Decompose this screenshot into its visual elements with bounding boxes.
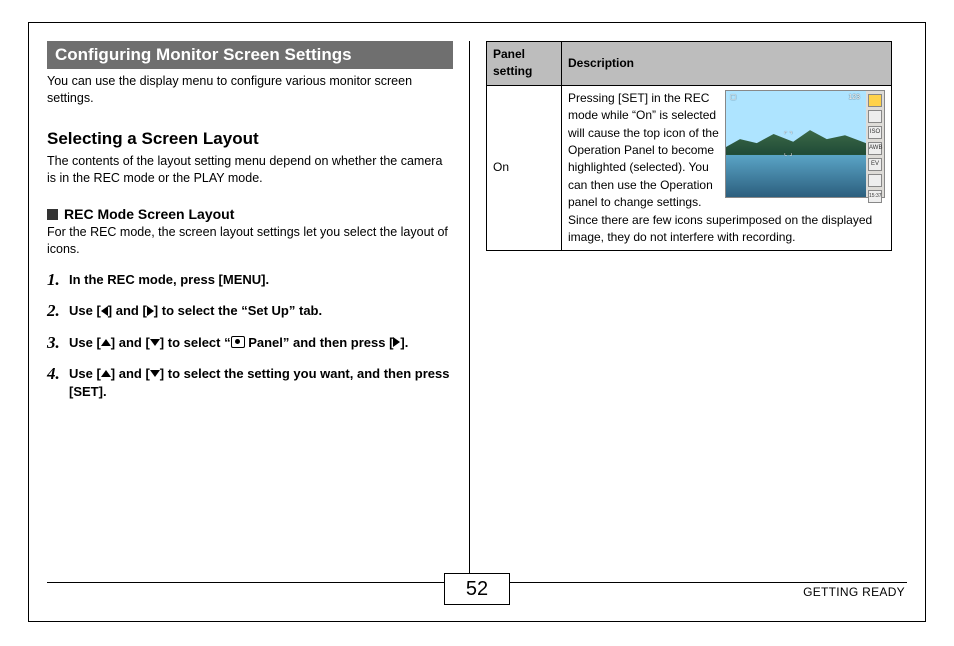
- header-panel-setting: Panel setting: [487, 42, 562, 86]
- left-column: Configuring Monitor Screen Settings You …: [47, 41, 465, 583]
- header-description: Description: [562, 42, 892, 86]
- page-number: 52: [444, 573, 510, 605]
- step-3-text-a: Use [: [69, 335, 101, 350]
- panel-setting-table: Panel setting Description On ▢ 123 ⌜ ⌝: [486, 41, 892, 251]
- table-row: On ▢ 123 ⌜ ⌝ ⌞ ⌟: [487, 85, 892, 251]
- arrow-down-icon: [150, 339, 160, 346]
- step-1: In the REC mode, press [MENU].: [47, 271, 453, 289]
- section-heading: Selecting a Screen Layout: [47, 129, 453, 149]
- step-4-text-b: ] and [: [111, 366, 150, 381]
- panel-slot: [868, 174, 882, 187]
- preview-lake: [726, 155, 866, 197]
- cell-description: ▢ 123 ⌜ ⌝ ⌞ ⌟ ISO AWB EV: [562, 85, 892, 251]
- panel-icon: [231, 336, 245, 348]
- section-banner: Configuring Monitor Screen Settings: [47, 41, 453, 69]
- step-4-text-a: Use [: [69, 366, 101, 381]
- right-column: Panel setting Description On ▢ 123 ⌜ ⌝: [474, 41, 892, 583]
- panel-slot-selected: [868, 94, 882, 107]
- subsection-body: For the REC mode, the screen layout sett…: [47, 224, 453, 259]
- subsection-heading-text: REC Mode Screen Layout: [64, 206, 234, 222]
- step-3-text-e: ].: [400, 335, 408, 350]
- arrow-up-icon: [101, 339, 111, 346]
- intro-text: You can use the display menu to configur…: [47, 73, 453, 107]
- panel-slot-iso: ISO: [868, 126, 882, 139]
- table-header-row: Panel setting Description: [487, 42, 892, 86]
- step-4: Use [] and [] to select the setting you …: [47, 365, 453, 400]
- column-divider: [469, 41, 470, 581]
- hud-focus-bracket: ⌞ ⌟: [784, 149, 793, 159]
- subsection-heading: REC Mode Screen Layout: [47, 206, 453, 222]
- arrow-right-icon: [147, 306, 154, 316]
- panel-slot-time: 15:37: [868, 190, 882, 203]
- step-3-text-c: ] to select “: [160, 335, 231, 350]
- step-2-text-c: ] to select the “Set Up” tab.: [154, 303, 322, 318]
- preview-mountain: [726, 129, 866, 155]
- step-2-text-b: ] and [: [108, 303, 147, 318]
- arrow-up-icon: [101, 370, 111, 377]
- arrow-left-icon: [101, 306, 108, 316]
- hud-focus-bracket: ⌜ ⌝: [784, 131, 793, 141]
- camera-lcd-preview: ▢ 123 ⌜ ⌝ ⌞ ⌟ ISO AWB EV: [725, 90, 885, 198]
- arrow-right-icon: [393, 337, 400, 347]
- footer-section-label: GETTING READY: [803, 585, 905, 599]
- step-2-text-a: Use [: [69, 303, 101, 318]
- arrow-down-icon: [150, 370, 160, 377]
- columns: Configuring Monitor Screen Settings You …: [29, 23, 925, 583]
- step-2: Use [ ] and [ ] to select the “Set Up” tab…: [47, 302, 453, 320]
- section-body: The contents of the layout setting menu …: [47, 153, 453, 188]
- hud-shot-count: 123: [848, 93, 860, 103]
- step-3-text-b: ] and [: [111, 335, 150, 350]
- step-3: Use [ ] and [ ] to select “ Panel” and the…: [47, 334, 453, 352]
- panel-slot-ev: EV: [868, 158, 882, 171]
- step-3-text-d: Panel” and then press [: [245, 335, 394, 350]
- description-text-a: Pressing [SET] in the REC mode while “On…: [568, 91, 719, 157]
- hud-mode-icon: ▢: [730, 93, 737, 103]
- step-1-text: In the REC mode, press [MENU].: [69, 272, 269, 287]
- panel-slot: [868, 110, 882, 123]
- steps-list: In the REC mode, press [MENU]. Use [ ] an…: [47, 271, 453, 401]
- square-bullet-icon: [47, 209, 58, 220]
- manual-page: Configuring Monitor Screen Settings You …: [28, 22, 926, 622]
- cell-setting: On: [487, 85, 562, 251]
- operation-panel-sidebar: ISO AWB EV 15:37: [866, 91, 884, 197]
- panel-slot-awb: AWB: [868, 142, 882, 155]
